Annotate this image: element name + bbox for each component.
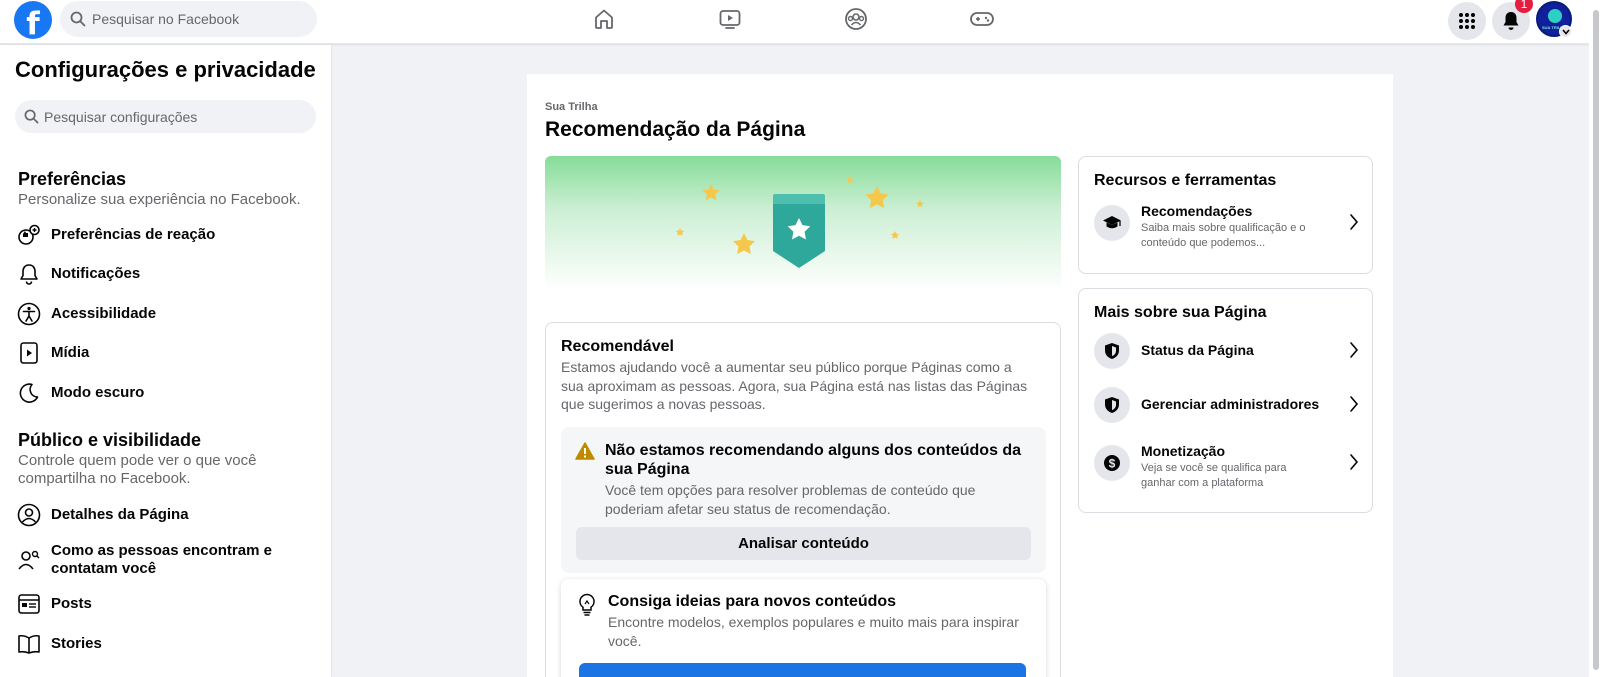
- scrollbar-thumb[interactable]: [1593, 10, 1599, 670]
- shield-icon: [1094, 333, 1130, 369]
- sidebar-item-find-contact[interactable]: Como as pessoas encontram e contatam voc…: [16, 542, 316, 578]
- warning-icon: [575, 442, 595, 465]
- sidebar-item-label: Notificações: [51, 265, 141, 282]
- chevron-right-icon: [1349, 395, 1359, 418]
- banner-illustration: [675, 176, 924, 268]
- sidebar-item-label: Stories: [51, 635, 102, 652]
- chevron-down-icon[interactable]: [1559, 25, 1572, 38]
- bell-icon: [16, 261, 42, 287]
- sidebar-item-reaction-preferences[interactable]: Preferências de reação: [16, 222, 316, 248]
- link-title: Recomendações: [1141, 203, 1253, 219]
- facebook-search-input[interactable]: [92, 1, 307, 37]
- moon-icon: [16, 380, 42, 406]
- sidebar-item-stories[interactable]: Stories: [16, 631, 316, 657]
- recommendable-title: Recomendável: [561, 338, 674, 355]
- warning-title: Não estamos recomendando alguns dos cont…: [605, 442, 1022, 478]
- gaming-icon[interactable]: [966, 6, 998, 32]
- link-title: Status da Página: [1141, 342, 1254, 358]
- resources-title: Recursos e ferramentas: [1094, 172, 1277, 189]
- notification-badge: 1: [1515, 0, 1533, 13]
- top-navigation-bar: f 1 SUA TRILHA: [0, 0, 1600, 44]
- sidebar-item-accessibility[interactable]: Acessibilidade: [16, 301, 316, 327]
- accessibility-icon: [16, 301, 42, 327]
- sidebar-item-label: Posts: [51, 595, 92, 612]
- chevron-right-icon: [1349, 213, 1359, 236]
- resources-card: Recursos e ferramentas Recomendações Sai…: [1078, 156, 1373, 274]
- monetization-link[interactable]: $ Monetização Veja se você se qualifica …: [1094, 443, 1359, 489]
- dollar-icon: $: [1094, 445, 1130, 481]
- chevron-right-icon: [1349, 341, 1359, 364]
- manage-admins-link[interactable]: Gerenciar administradores: [1094, 385, 1359, 425]
- content-warning-box: Não estamos recomendando alguns dos cont…: [561, 427, 1046, 573]
- ideas-title: Consiga ideias para novos conteúdos: [608, 593, 897, 610]
- settings-search-input[interactable]: [44, 100, 304, 133]
- people-search-icon: [16, 547, 42, 573]
- get-ideas-button[interactable]: [579, 663, 1026, 677]
- search-icon: [24, 109, 39, 129]
- media-icon: [16, 340, 42, 366]
- menu-grid-icon[interactable]: [1448, 2, 1486, 40]
- page-eyebrow: Sua Trilha: [545, 101, 598, 113]
- section-title-preferences: Preferências: [18, 169, 127, 189]
- page-title: Recomendação da Página: [545, 118, 806, 141]
- main-content-card: Sua Trilha Recomendação da Página Recome…: [527, 74, 1393, 677]
- sidebar-item-label: Preferências de reação: [51, 226, 216, 243]
- svg-text:$: $: [1109, 457, 1116, 471]
- link-subtitle: Saiba mais sobre qualificação e o conteú…: [1141, 222, 1306, 249]
- video-icon[interactable]: [714, 6, 746, 32]
- link-title: Monetização: [1141, 443, 1226, 459]
- sidebar-item-page-details[interactable]: Detalhes da Página: [16, 502, 316, 528]
- stories-icon: [16, 631, 42, 657]
- page-status-link[interactable]: Status da Página: [1094, 331, 1359, 371]
- sidebar-item-notifications[interactable]: Notificações: [16, 261, 316, 287]
- settings-sidebar: Configurações e privacidade Preferências…: [0, 45, 331, 677]
- section-desc-preferences: Personalize sua experiência no Facebook.: [18, 191, 301, 208]
- section-title-audience: Público e visibilidade: [18, 430, 202, 450]
- posts-icon: [16, 591, 42, 617]
- reaction-icon: [16, 222, 42, 248]
- sidebar-item-label: Acessibilidade: [51, 305, 157, 322]
- content-ideas-box: Consiga ideias para novos conteúdos Enco…: [561, 579, 1046, 677]
- recommendable-desc: Estamos ajudando você a aumentar seu púb…: [561, 359, 1028, 412]
- sidebar-item-label: Mídia: [51, 344, 90, 361]
- sidebar-item-label: Modo escuro: [51, 384, 145, 401]
- groups-icon[interactable]: [840, 6, 872, 32]
- sidebar-item-posts[interactable]: Posts: [16, 591, 316, 617]
- more-title: Mais sobre sua Página: [1094, 304, 1267, 321]
- recommendations-link[interactable]: Recomendações Saiba mais sobre qualifica…: [1094, 203, 1359, 249]
- warning-desc: Você tem opções para resolver problemas …: [605, 482, 976, 517]
- avatar-mark: [1548, 9, 1562, 23]
- facebook-logo[interactable]: f: [14, 1, 52, 39]
- recommendable-card: Recomendável Estamos ajudando você a aum…: [545, 322, 1061, 677]
- link-subtitle: Veja se você se qualifica para ganhar co…: [1141, 462, 1287, 489]
- lightbulb-icon: [578, 593, 596, 622]
- sidebar-item-media[interactable]: Mídia: [16, 340, 316, 366]
- analyze-content-button[interactable]: Analisar conteúdo: [576, 527, 1031, 560]
- chevron-right-icon: [1349, 453, 1359, 476]
- sidebar-item-dark-mode[interactable]: Modo escuro: [16, 380, 316, 406]
- search-icon: [70, 11, 86, 32]
- user-circle-icon: [16, 502, 42, 528]
- home-icon[interactable]: [588, 6, 620, 32]
- more-about-page-card: Mais sobre sua Página Status da Página G…: [1078, 288, 1373, 513]
- recommendation-banner: [545, 156, 1061, 291]
- settings-search[interactable]: [15, 100, 316, 133]
- graduation-cap-icon: [1094, 205, 1130, 241]
- ideas-desc: Encontre modelos, exemplos populares e m…: [608, 614, 1019, 649]
- sidebar-item-label: Detalhes da Página: [51, 506, 189, 523]
- link-title: Gerenciar administradores: [1141, 396, 1320, 412]
- sidebar-item-label: Como as pessoas encontram e contatam voc…: [51, 542, 272, 577]
- facebook-search[interactable]: [60, 1, 317, 37]
- section-desc-audience: Controle quem pode ver o que você compar…: [18, 452, 257, 487]
- shield-icon: [1094, 387, 1130, 423]
- sidebar-title: Configurações e privacidade: [15, 57, 316, 82]
